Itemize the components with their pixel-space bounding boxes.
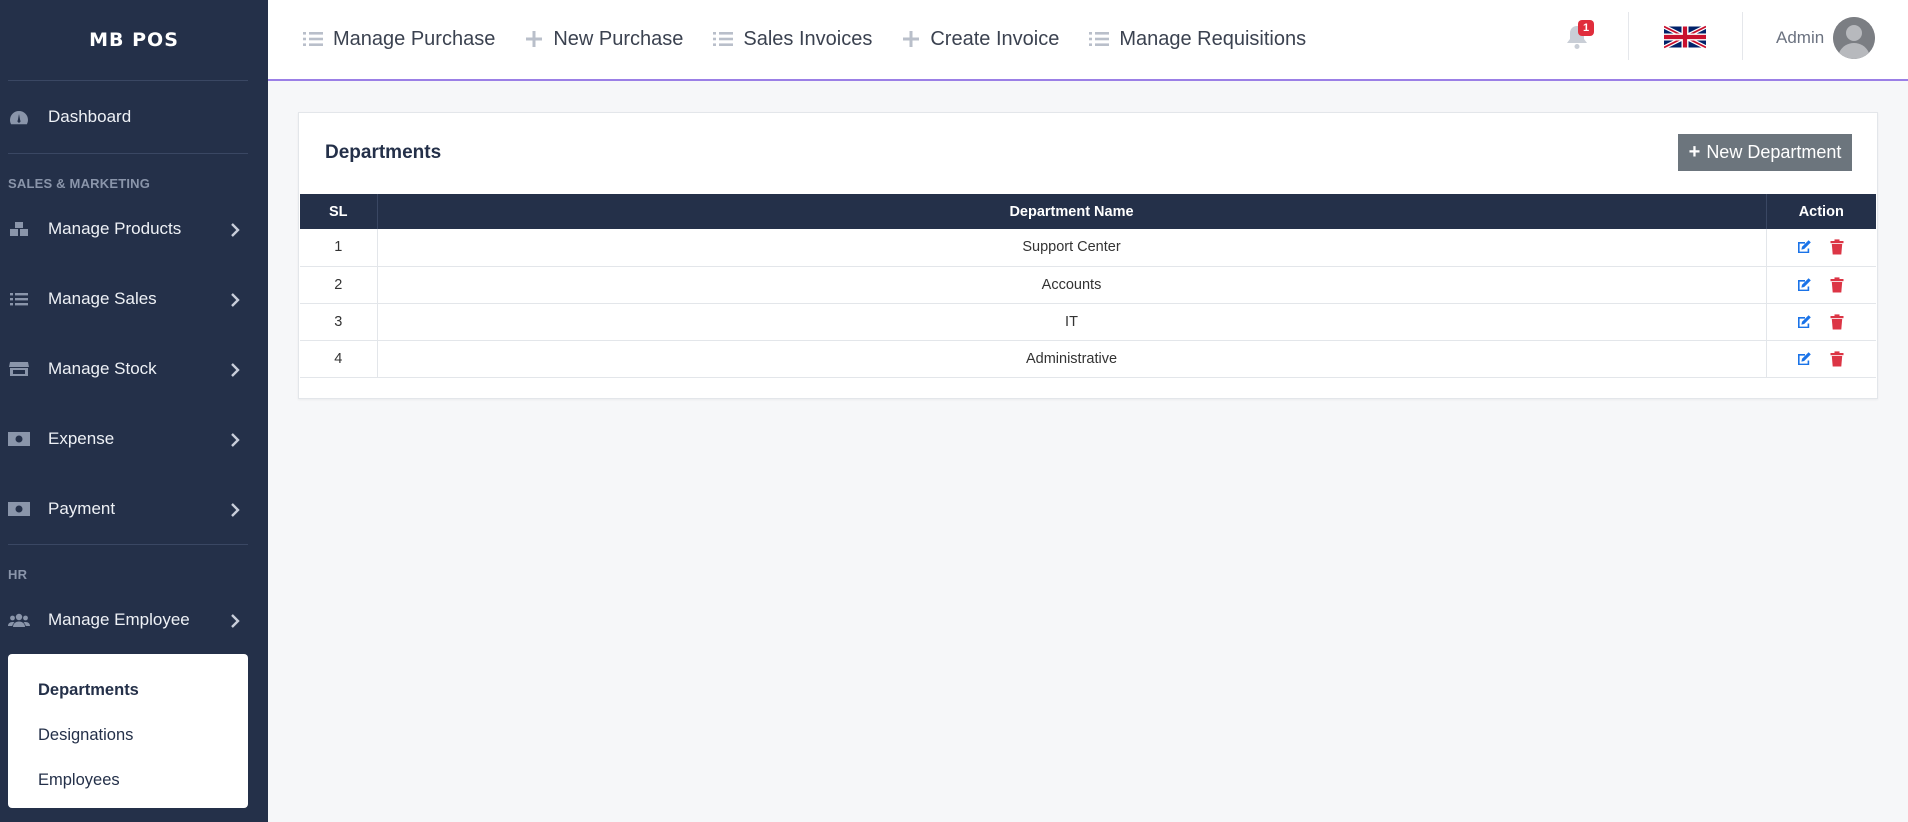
uk-flag-icon[interactable]	[1663, 24, 1707, 50]
sidebar-item-label: Manage Products	[48, 219, 182, 238]
edit-icon[interactable]	[1796, 277, 1812, 293]
section-title-sales: SALES & MARKETING	[8, 176, 151, 191]
new-department-button[interactable]: + New Department	[1678, 134, 1852, 171]
departments-table: SL Department Name Action 1 Support Cente…	[300, 194, 1876, 378]
sidebar-item-label: Manage Sales	[48, 289, 157, 308]
trash-icon[interactable]	[1830, 350, 1846, 367]
table-row: 2 Accounts	[300, 266, 1877, 304]
list-icon	[303, 32, 323, 46]
sidebar-item-expense[interactable]: Expense	[0, 404, 268, 474]
table-row: 3 IT	[300, 303, 1877, 341]
table-header-row: SL Department Name Action	[300, 194, 1876, 229]
submenu-item-designations[interactable]: Designations	[8, 713, 248, 758]
cell-department-name: Administrative	[377, 340, 1767, 378]
cell-sl: 3	[300, 303, 378, 341]
topnav-manage-requisitions[interactable]: Manage Requisitions	[1089, 28, 1306, 51]
topnav-label: Create Invoice	[930, 27, 1060, 50]
sidebar-item-manage-employee[interactable]: Manage Employee	[0, 585, 268, 655]
list-icon	[1089, 32, 1110, 46]
plus-icon	[526, 31, 543, 47]
edit-icon[interactable]	[1796, 351, 1812, 367]
boxes-icon	[8, 220, 30, 238]
table-row: 1 Support Center	[300, 229, 1877, 267]
submenu-item-employees[interactable]: Employees	[8, 758, 248, 803]
sidebar: MB POS Dashboard SALES & MARKETING Manag…	[0, 0, 268, 822]
sidebar-item-payment[interactable]: Payment	[0, 474, 268, 544]
gauge-icon	[8, 108, 30, 126]
submenu-item-departments[interactable]: Departments	[8, 668, 248, 713]
topbar-divider	[1742, 12, 1743, 60]
column-header-department-name[interactable]: Department Name	[377, 194, 1767, 229]
cell-department-name: Support Center	[377, 229, 1767, 267]
table-row: 4 Administrative	[300, 340, 1877, 378]
plus-icon: +	[1688, 141, 1701, 163]
sidebar-item-label: Manage Employee	[48, 610, 190, 629]
edit-icon[interactable]	[1796, 314, 1812, 330]
row-actions	[1767, 239, 1877, 255]
cell-department-name: Accounts	[377, 266, 1767, 304]
cell-action	[1766, 266, 1877, 304]
topnav-label: Manage Purchase	[333, 27, 496, 50]
topnav-sales-invoices[interactable]: Sales Invoices	[713, 28, 872, 51]
chevron-right-icon	[230, 502, 242, 517]
brand-logo[interactable]: MB POS	[0, 0, 268, 80]
sidebar-item-manage-products[interactable]: Manage Products	[0, 194, 268, 264]
user-name[interactable]: Admin	[1776, 28, 1824, 48]
edit-icon[interactable]	[1796, 239, 1812, 255]
sidebar-item-manage-stock[interactable]: Manage Stock	[0, 334, 268, 404]
list-icon	[8, 290, 30, 308]
top-navigation: Manage Purchase New Purchase Sales Invoi…	[303, 0, 1336, 78]
cell-action	[1766, 340, 1877, 378]
trash-icon[interactable]	[1830, 313, 1846, 330]
cell-sl: 1	[300, 229, 378, 267]
topnav-label: New Purchase	[553, 27, 684, 50]
column-header-action: Action	[1766, 194, 1876, 229]
sidebar-item-label: Payment	[48, 499, 116, 518]
store-icon	[8, 360, 30, 378]
row-actions	[1767, 350, 1877, 367]
section-title-hr: HR	[8, 567, 28, 582]
row-actions	[1767, 313, 1877, 330]
topnav-manage-purchase[interactable]: Manage Purchase	[303, 28, 495, 51]
row-actions	[1767, 276, 1877, 293]
sidebar-item-label: Expense	[48, 429, 115, 448]
cell-action	[1766, 229, 1877, 267]
users-icon	[8, 611, 30, 629]
sidebar-item-label: Dashboard	[48, 107, 132, 126]
sidebar-item-label: Manage Stock	[48, 359, 157, 378]
notification-badge: 1	[1578, 20, 1594, 36]
topnav-label: Sales Invoices	[743, 27, 873, 50]
departments-card: Departments + New Department SL Departme…	[298, 112, 1878, 399]
trash-icon[interactable]	[1830, 276, 1846, 293]
avatar[interactable]	[1833, 17, 1875, 59]
chevron-right-icon	[230, 292, 242, 307]
employee-submenu: Departments Designations Employees	[8, 654, 248, 808]
cell-department-name: IT	[377, 303, 1767, 341]
chevron-right-icon	[230, 432, 242, 447]
sidebar-item-manage-sales[interactable]: Manage Sales	[0, 264, 268, 334]
topbar: Manage Purchase New Purchase Sales Invoi…	[268, 0, 1908, 81]
list-icon	[713, 32, 734, 46]
trash-icon[interactable]	[1830, 239, 1846, 255]
cell-action	[1766, 303, 1877, 341]
column-header-sl[interactable]: SL	[300, 194, 378, 229]
topnav-create-invoice[interactable]: Create Invoice	[902, 28, 1059, 51]
sidebar-item-dashboard[interactable]: Dashboard	[0, 81, 268, 153]
cell-sl: 2	[300, 266, 378, 304]
topbar-divider	[1628, 12, 1629, 60]
chevron-right-icon	[230, 613, 242, 628]
table-body: 1 Support Center 2 Accounts 3 IT 4 Administrati…	[300, 229, 1877, 378]
page-title: Departments	[325, 142, 442, 163]
topnav-new-purchase[interactable]: New Purchase	[525, 28, 683, 51]
button-label: New Department	[1706, 142, 1842, 162]
money-bill-icon	[8, 430, 30, 448]
chevron-right-icon	[230, 222, 242, 237]
plus-icon	[903, 31, 920, 47]
cell-sl: 4	[300, 340, 378, 378]
chevron-right-icon	[230, 362, 242, 377]
topnav-label: Manage Requisitions	[1119, 27, 1307, 50]
money-bill-icon	[8, 500, 30, 518]
